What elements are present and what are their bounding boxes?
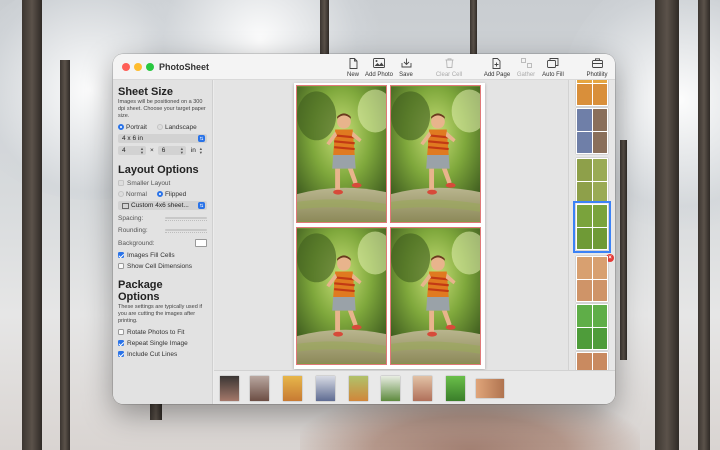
page-list: × <box>568 80 615 370</box>
page-thumbnail-selected[interactable] <box>573 201 611 253</box>
photo-thumbnail[interactable] <box>349 376 368 401</box>
app-title: PhotoSheet <box>159 62 210 72</box>
unit-select[interactable]: in ▲ ▼ <box>190 146 204 155</box>
rotate-photos-checkbox[interactable] <box>118 329 124 335</box>
window-minimize-button[interactable] <box>134 63 142 71</box>
landscape-radio[interactable] <box>156 124 163 130</box>
show-cell-dimensions-row[interactable]: Show Cell Dimensions <box>118 262 207 270</box>
gather-icon <box>520 57 532 69</box>
page-thumbnail[interactable] <box>576 158 608 204</box>
chevron-updown-icon: ⇅ <box>198 135 205 142</box>
page-thumbnail[interactable] <box>576 256 608 302</box>
settings-sidebar: Sheet Size Images will be positioned on … <box>113 80 213 404</box>
layout-select[interactable]: Custom 4x6 sheet... ⇅ <box>118 201 207 210</box>
running-boy-photo <box>297 228 386 364</box>
images-fill-cells-checkbox[interactable] <box>118 252 124 258</box>
repeat-single-image-checkbox[interactable] <box>118 340 124 346</box>
sheet-cell[interactable] <box>390 85 481 223</box>
photo-thumbnail[interactable] <box>381 376 400 401</box>
trash-icon <box>445 57 454 69</box>
toolbar: PhotoSheet New Add Photo Save Clear Cell <box>113 54 615 80</box>
photo-thumbnail[interactable] <box>446 376 465 401</box>
package-options-title: Package Options <box>118 279 163 303</box>
width-stepper[interactable]: 4 ▲ ▼ <box>118 146 146 155</box>
spacing-slider[interactable] <box>165 217 207 221</box>
background-color-well[interactable] <box>195 239 207 247</box>
rounding-slider[interactable] <box>165 229 207 233</box>
grid-icon <box>122 202 129 209</box>
background-row: Background: <box>118 239 207 247</box>
layout-options-title: Layout Options <box>118 164 199 176</box>
running-boy-photo <box>391 228 480 364</box>
portrait-radio[interactable] <box>118 124 124 130</box>
sheet-canvas <box>214 80 568 370</box>
package-options-description: These settings are typically used if you… <box>118 304 203 324</box>
page-thumbnail[interactable] <box>576 80 608 106</box>
landscape-label: Landscape <box>164 123 197 131</box>
sheet-size-description: Images will be positioned on a 300 dpi s… <box>118 99 206 119</box>
rounding-row: Rounding: <box>118 226 207 234</box>
briefcase-icon <box>591 57 603 69</box>
stepper-arrows-icon: ▲ ▼ <box>198 145 203 155</box>
photo-thumbnail[interactable] <box>476 379 504 398</box>
layout-mode-group: Normal Flipped <box>118 190 207 198</box>
auto-fill-icon <box>547 57 559 69</box>
paper-size-select[interactable]: 4 x 6 in ⇅ <box>118 134 207 143</box>
sheet-cell[interactable] <box>296 85 387 223</box>
photo-icon <box>373 57 385 69</box>
save-button[interactable]: Save <box>386 57 426 78</box>
photility-button[interactable]: Photility <box>577 57 615 78</box>
normal-radio[interactable] <box>118 191 124 197</box>
page-thumbnail[interactable] <box>576 304 608 350</box>
repeat-single-image-row[interactable]: Repeat Single Image <box>118 339 207 347</box>
running-boy-photo <box>297 86 386 222</box>
smaller-layout-row[interactable]: Smaller Layout <box>118 179 207 187</box>
photo-thumbnail[interactable] <box>283 376 302 401</box>
sheet-cell[interactable] <box>390 227 481 365</box>
page-thumbnail[interactable] <box>576 108 608 154</box>
stepper-arrows-icon: ▲ ▼ <box>179 145 184 155</box>
show-cell-dimensions-checkbox[interactable] <box>118 263 124 269</box>
include-cut-lines-checkbox[interactable] <box>118 351 124 357</box>
images-fill-cells-row[interactable]: Images Fill Cells <box>118 251 207 259</box>
clear-cell-button[interactable]: Clear Cell <box>429 57 469 78</box>
page-thumbnail[interactable] <box>576 352 608 370</box>
chevron-updown-icon: ⇅ <box>198 202 205 209</box>
flipped-radio[interactable] <box>156 191 163 197</box>
photo-thumbnail[interactable] <box>220 376 239 401</box>
window-close-button[interactable] <box>122 63 130 71</box>
photo-sheet <box>294 83 485 369</box>
orientation-group: Portrait Landscape <box>118 123 207 131</box>
photo-tray <box>214 370 615 404</box>
portrait-label: Portrait <box>126 123 147 131</box>
dimensions-row: 4 ▲ ▼ × 6 ▲ ▼ in ▲ ▼ <box>118 146 207 155</box>
rotate-photos-row[interactable]: Rotate Photos to Fit <box>118 328 207 336</box>
window-zoom-button[interactable] <box>146 63 154 71</box>
sheet-size-title: Sheet Size <box>118 86 174 98</box>
add-page-icon <box>492 57 502 69</box>
sheet-cell[interactable] <box>296 227 387 365</box>
spacing-row: Spacing: <box>118 214 207 222</box>
smaller-layout-checkbox[interactable] <box>118 180 124 186</box>
auto-fill-button[interactable]: Auto Fill <box>533 57 573 78</box>
photo-thumbnail[interactable] <box>413 376 432 401</box>
stepper-arrows-icon: ▲ ▼ <box>140 145 144 155</box>
photo-thumbnail[interactable] <box>250 376 269 401</box>
height-stepper[interactable]: 6 ▲ ▼ <box>157 145 186 155</box>
new-document-icon <box>349 57 358 69</box>
running-boy-photo <box>391 86 480 222</box>
include-cut-lines-row[interactable]: Include Cut Lines <box>118 350 207 358</box>
save-icon <box>401 57 412 69</box>
photo-thumbnail[interactable] <box>316 376 335 401</box>
app-window: PhotoSheet New Add Photo Save Clear Cell <box>113 54 615 404</box>
